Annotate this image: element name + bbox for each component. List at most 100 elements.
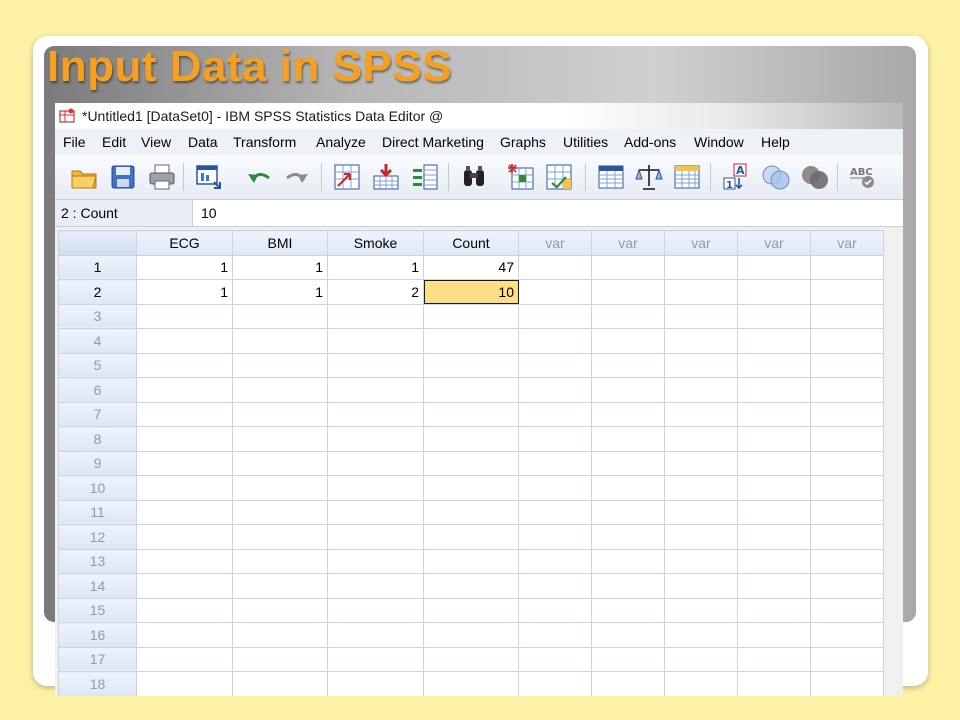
data-cell[interactable]: [136, 303, 233, 329]
data-cell[interactable]: [810, 303, 884, 329]
data-cell[interactable]: [423, 573, 519, 599]
data-cell[interactable]: [737, 671, 811, 696]
menu-add-ons[interactable]: Add-ons: [624, 129, 676, 155]
data-cell[interactable]: [591, 475, 665, 501]
column-header[interactable]: ECG: [136, 230, 233, 256]
data-cell[interactable]: 1: [232, 279, 328, 305]
data-cell[interactable]: [232, 548, 328, 574]
column-header[interactable]: var: [518, 230, 592, 256]
data-cell[interactable]: [810, 401, 884, 427]
data-cell[interactable]: [591, 646, 665, 672]
data-cell[interactable]: [810, 254, 884, 280]
undo-icon[interactable]: [244, 162, 274, 192]
data-cell[interactable]: [591, 303, 665, 329]
data-cell[interactable]: [518, 646, 592, 672]
data-cell[interactable]: [136, 671, 233, 696]
data-cell[interactable]: [136, 401, 233, 427]
column-header[interactable]: BMI: [232, 230, 328, 256]
show-all-variables-icon[interactable]: [800, 162, 830, 192]
data-cell[interactable]: [423, 622, 519, 648]
data-cell[interactable]: [136, 622, 233, 648]
data-cell[interactable]: [810, 450, 884, 476]
row-number[interactable]: 7: [58, 401, 137, 427]
menu-edit[interactable]: Edit: [102, 129, 126, 155]
data-cell[interactable]: [327, 475, 424, 501]
data-cell[interactable]: [591, 622, 665, 648]
data-cell[interactable]: [423, 426, 519, 452]
data-cell[interactable]: [136, 377, 233, 403]
column-header[interactable]: var: [810, 230, 884, 256]
insert-variable-icon[interactable]: [544, 162, 574, 192]
data-cell[interactable]: [591, 450, 665, 476]
data-cell[interactable]: [136, 597, 233, 623]
data-cell[interactable]: [810, 475, 884, 501]
data-cell[interactable]: [737, 622, 811, 648]
menu-analyze[interactable]: Analyze: [316, 129, 366, 155]
cell-value-input[interactable]: 10: [201, 200, 217, 226]
data-cell[interactable]: [518, 597, 592, 623]
data-cell[interactable]: [232, 450, 328, 476]
data-cell[interactable]: [518, 450, 592, 476]
data-cell[interactable]: [737, 279, 811, 305]
data-cell[interactable]: [518, 671, 592, 696]
data-cell[interactable]: [591, 548, 665, 574]
goto-case-icon[interactable]: [332, 162, 362, 192]
data-cell[interactable]: [737, 524, 811, 550]
spell-check-icon[interactable]: ABC: [847, 162, 877, 192]
window-titlebar[interactable]: *Untitled1 [DataSet0] - IBM SPSS Statist…: [55, 103, 903, 129]
use-sets-icon[interactable]: [761, 162, 791, 192]
row-number[interactable]: 10: [58, 475, 137, 501]
data-cell[interactable]: [232, 401, 328, 427]
data-cell[interactable]: [136, 548, 233, 574]
data-cell[interactable]: [423, 303, 519, 329]
data-cell[interactable]: [810, 597, 884, 623]
data-cell[interactable]: [327, 573, 424, 599]
recall-dialog-icon[interactable]: [194, 162, 224, 192]
data-cell[interactable]: 1: [232, 254, 328, 280]
data-cell[interactable]: [737, 303, 811, 329]
data-cell[interactable]: [518, 279, 592, 305]
variables-icon[interactable]: [410, 162, 440, 192]
data-cell[interactable]: [591, 597, 665, 623]
data-cell[interactable]: [518, 475, 592, 501]
data-cell[interactable]: [664, 671, 738, 696]
data-cell[interactable]: [518, 499, 592, 525]
data-cell[interactable]: [423, 328, 519, 354]
data-cell[interactable]: [664, 303, 738, 329]
column-header[interactable]: Smoke: [327, 230, 424, 256]
open-folder-icon[interactable]: [69, 162, 99, 192]
data-cell[interactable]: [327, 548, 424, 574]
data-cell[interactable]: [327, 303, 424, 329]
data-cell[interactable]: 1: [136, 254, 233, 280]
data-cell[interactable]: [423, 499, 519, 525]
data-cell[interactable]: [737, 426, 811, 452]
insert-cases-icon[interactable]: [506, 162, 536, 192]
data-cell[interactable]: [810, 426, 884, 452]
data-cell[interactable]: [664, 499, 738, 525]
data-cell[interactable]: [737, 597, 811, 623]
row-number[interactable]: 16: [58, 622, 137, 648]
data-cell[interactable]: 1: [327, 254, 424, 280]
data-cell[interactable]: [664, 646, 738, 672]
data-cell[interactable]: [518, 426, 592, 452]
row-number[interactable]: 17: [58, 646, 137, 672]
data-cell[interactable]: [518, 352, 592, 378]
data-cell[interactable]: [327, 622, 424, 648]
data-cell[interactable]: [810, 646, 884, 672]
data-cell[interactable]: [136, 450, 233, 476]
data-cell[interactable]: [737, 401, 811, 427]
data-cell[interactable]: [591, 279, 665, 305]
data-cell[interactable]: [591, 328, 665, 354]
data-cell[interactable]: [232, 646, 328, 672]
data-cell[interactable]: [423, 671, 519, 696]
menu-graphs[interactable]: Graphs: [500, 129, 546, 155]
data-cell[interactable]: [518, 401, 592, 427]
split-file-icon[interactable]: [596, 162, 626, 192]
column-header[interactable]: var: [664, 230, 738, 256]
data-cell[interactable]: [423, 646, 519, 672]
data-cell[interactable]: [664, 254, 738, 280]
data-cell[interactable]: [232, 475, 328, 501]
data-cell[interactable]: [810, 352, 884, 378]
data-cell[interactable]: [664, 352, 738, 378]
data-cell[interactable]: [136, 499, 233, 525]
